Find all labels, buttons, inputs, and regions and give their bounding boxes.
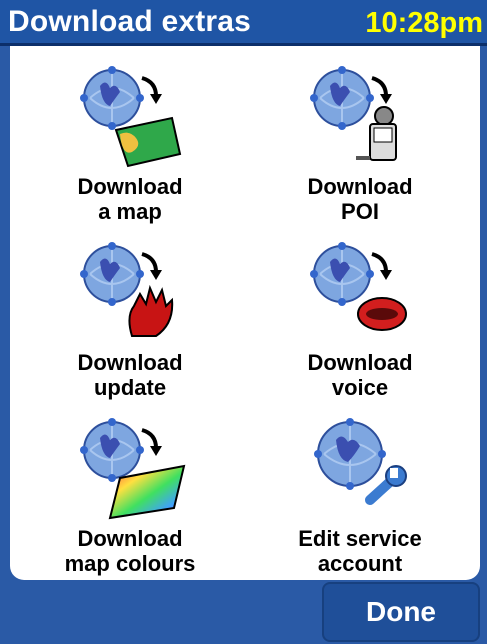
tile-label: Download a map xyxy=(77,174,183,224)
tile-label: Download map colours xyxy=(64,526,196,576)
download-update-icon xyxy=(80,242,174,337)
done-button[interactable]: Done xyxy=(322,582,480,642)
tile-label: Download voice xyxy=(307,350,413,400)
clock: 10:28pm xyxy=(365,7,483,39)
title-bar: Download extras 10:28pm xyxy=(0,0,487,46)
tile-label: Download update xyxy=(77,350,183,400)
download-poi-button[interactable]: Download POI xyxy=(260,64,460,234)
download-colours-icon xyxy=(80,418,186,520)
download-voice-button[interactable]: Download voice xyxy=(260,240,460,410)
download-map-button[interactable]: Download a map xyxy=(30,64,230,234)
tile-label: Edit service account xyxy=(298,526,422,576)
download-poi-icon xyxy=(310,66,397,161)
service-account-icon xyxy=(314,418,407,505)
download-update-button[interactable]: Download update xyxy=(30,240,230,410)
tile-label: Download POI xyxy=(307,174,413,224)
download-map-colours-button[interactable]: Download map colours xyxy=(30,416,230,586)
edit-service-account-button[interactable]: Edit service account xyxy=(260,416,460,586)
download-map-icon xyxy=(80,66,182,168)
download-voice-icon xyxy=(310,242,407,331)
page-title: Download extras xyxy=(8,5,252,38)
menu-panel: Download a map Download POI Download upd… xyxy=(10,46,480,580)
